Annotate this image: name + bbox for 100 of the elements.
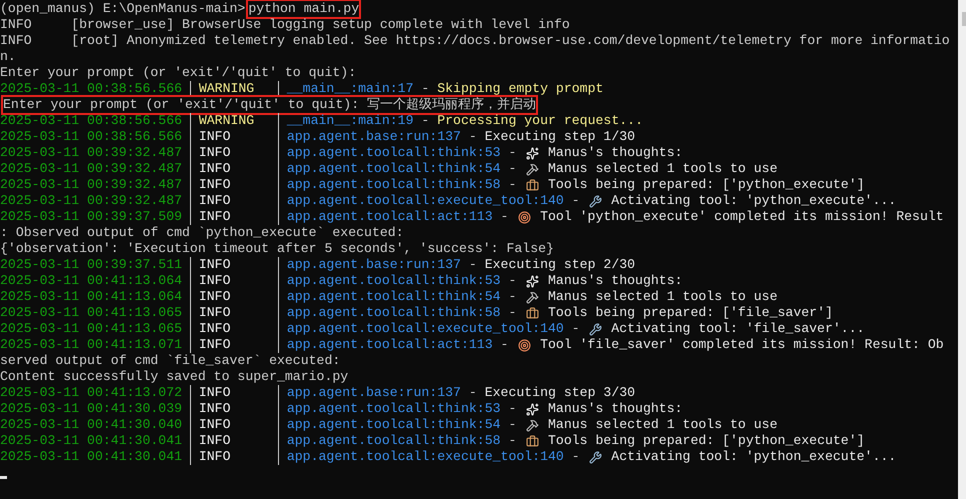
wrench-icon (588, 450, 602, 464)
briefcase-icon (526, 306, 539, 320)
log-source: app.agent.base:run:137 (286, 129, 461, 145)
log-source: app.agent.toolcall:act:113 (286, 337, 493, 353)
log-level: INFO (190, 305, 279, 321)
log-level: INFO (190, 161, 279, 177)
log-separator: - (508, 289, 516, 305)
log-source: app.agent.base:run:137 (286, 257, 461, 273)
log-separator: - (500, 337, 508, 353)
log-separator: - (468, 129, 477, 145)
log-timestamp: 2025-03-11 00:39:37.509 (0, 209, 182, 225)
log-source: app.agent.toolcall:think:54 (286, 161, 501, 177)
log-separator: - (572, 321, 580, 337)
target-icon (518, 210, 531, 224)
log-timestamp: 2025-03-11 00:39:32.487 (0, 161, 182, 177)
prompt-path: (open_manus) E:\OpenManus-main> (0, 1, 246, 17)
log-message: Manus selected 1 tools to use (548, 161, 778, 177)
log-separator: - (421, 81, 430, 97)
sparkles-icon (526, 402, 539, 416)
log-message: Activating tool: 'python_execute'... (611, 449, 896, 465)
log-timestamp: 2025-03-11 00:41:13.071 (0, 337, 182, 353)
tools-icon (526, 418, 539, 432)
log-message: Tools being prepared: ['python_execute'] (548, 177, 865, 193)
log-message: Executing step 1/30 (484, 129, 636, 145)
log-message: Tools being prepared: ['python_execute'] (548, 433, 865, 449)
command-text: python main.py (248, 1, 360, 17)
log-message: Processing your request... (437, 113, 643, 129)
log-message: Executing step 3/30 (484, 385, 636, 401)
log-level: INFO (190, 385, 279, 401)
text-cursor (0, 476, 7, 479)
log-level: INFO (190, 273, 279, 289)
log-level: WARNING (190, 113, 279, 129)
log-timestamp: 2025-03-11 00:41:13.064 (0, 289, 182, 305)
log-timestamp: 2025-03-11 00:41:30.041 (0, 449, 182, 465)
log-separator: - (500, 209, 508, 225)
log-message: Manus selected 1 tools to use (548, 289, 778, 305)
sparkles-icon (526, 274, 539, 288)
log-source: app.agent.base:run:137 (286, 385, 461, 401)
log-separator: - (508, 145, 516, 161)
log-source: app.agent.toolcall:execute_tool:140 (286, 321, 564, 337)
scrollbar[interactable] (958, 0, 966, 499)
log-level: INFO (190, 321, 279, 337)
log-separator: - (421, 113, 430, 129)
log-source: __main__:main:19 (286, 113, 414, 129)
log-source: app.agent.toolcall:think:58 (286, 433, 501, 449)
log-level: INFO (190, 337, 279, 353)
log-separator: - (508, 401, 516, 417)
log-source: app.agent.toolcall:think:53 (286, 401, 501, 417)
log-level: INFO (190, 289, 279, 305)
log-level: INFO (190, 449, 279, 465)
log-level: INFO (190, 193, 279, 209)
log-separator: - (508, 433, 516, 449)
log-source: app.agent.toolcall:think:53 (286, 145, 501, 161)
log-timestamp: 2025-03-11 00:39:32.487 (0, 193, 182, 209)
briefcase-icon (526, 178, 539, 192)
log-source: app.agent.toolcall:think:58 (286, 177, 501, 193)
log-separator: - (572, 449, 580, 465)
log-timestamp: 2025-03-11 00:38:56.566 (0, 81, 182, 97)
log-timestamp: 2025-03-11 00:41:30.040 (0, 417, 182, 433)
log-level: INFO (190, 433, 279, 449)
log-message: Executing step 2/30 (484, 257, 636, 273)
log-timestamp: 2025-03-11 00:41:30.041 (0, 433, 182, 449)
wrench-icon (588, 322, 602, 336)
log-level: WARNING (190, 81, 279, 97)
log-separator: - (468, 385, 477, 401)
log-message: Manus selected 1 tools to use (548, 417, 778, 433)
output-line: Enter your prompt (or 'exit'/'quit' to quit): 写一个超级玛丽程序，并启动 (3, 97, 536, 113)
log-timestamp: 2025-03-11 00:38:56.566 (0, 113, 182, 129)
log-separator: - (508, 273, 516, 289)
log-level: INFO (190, 177, 279, 193)
log-message: Manus's thoughts: (548, 273, 683, 289)
log-separator: - (468, 257, 477, 273)
log-message: Tool 'file_saver' completed its mission! Result: Ob (540, 337, 944, 353)
log-separator: - (572, 193, 580, 209)
output-line: : Observed output of cmd `python_execute` executed: (0, 225, 404, 241)
output-line: n. (0, 49, 16, 65)
log-timestamp: 2025-03-11 00:39:32.487 (0, 177, 182, 193)
log-message: Activating tool: 'file_saver'... (611, 321, 865, 337)
log-timestamp: 2025-03-11 00:41:13.072 (0, 385, 182, 401)
output-line: served output of cmd `file_saver` executed: (0, 353, 340, 369)
output-line: {'observation': 'Execution timeout after 5 seconds', 'success': False} (0, 241, 554, 257)
log-level: INFO (190, 129, 279, 145)
log-message: Manus's thoughts: (548, 401, 683, 417)
log-level: INFO (190, 417, 279, 433)
wrench-icon (588, 194, 602, 208)
log-level: INFO (190, 145, 279, 161)
log-separator: - (508, 305, 516, 321)
log-timestamp: 2025-03-11 00:41:13.065 (0, 321, 182, 337)
log-separator: - (508, 161, 516, 177)
output-line: INFO [root] Anonymized telemetry enabled. See https://docs.browser-use.com/development/telemetry for more informatio (0, 33, 950, 49)
log-message: Tool 'python_execute' completed its mission! Result (540, 209, 944, 225)
log-timestamp: 2025-03-11 00:38:56.566 (0, 129, 182, 145)
scrollbar-thumb[interactable] (962, 12, 966, 26)
log-timestamp: 2025-03-11 00:41:13.064 (0, 273, 182, 289)
tools-icon (526, 162, 539, 176)
output-line: Content successfully saved to super_mario.py (0, 369, 348, 385)
tools-icon (526, 290, 539, 304)
log-message: Tools being prepared: ['file_saver'] (548, 305, 833, 321)
log-level: INFO (190, 257, 279, 273)
log-source: app.agent.toolcall:think:54 (286, 289, 501, 305)
